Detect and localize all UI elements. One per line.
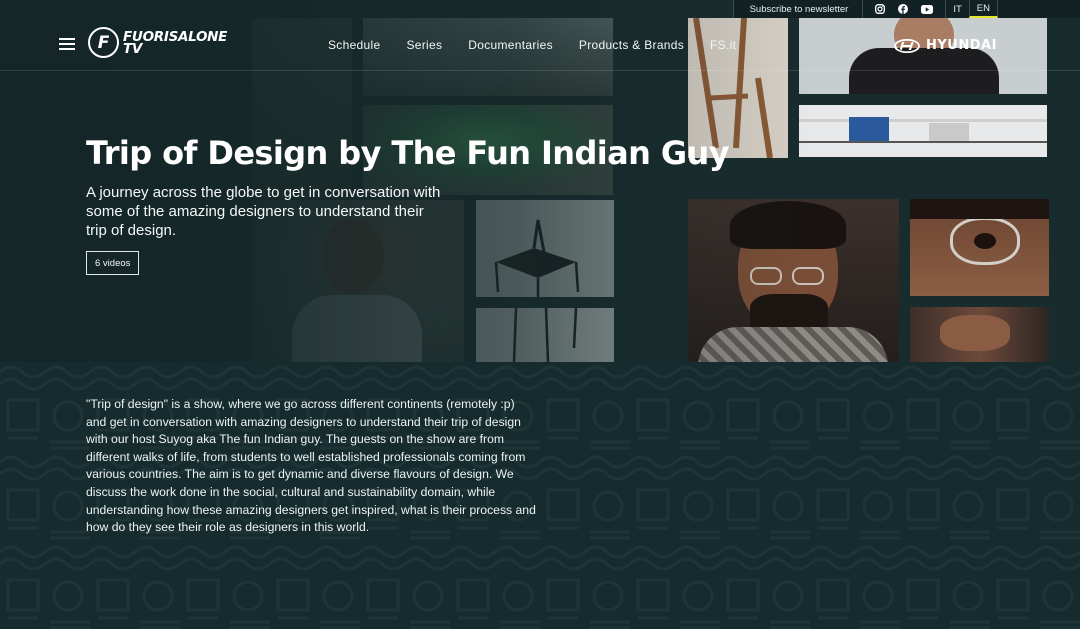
- subscribe-newsletter-link[interactable]: Subscribe to newsletter: [732, 0, 863, 18]
- youtube-icon[interactable]: [921, 4, 934, 14]
- instagram-icon[interactable]: [875, 4, 886, 14]
- nav-links: Schedule Series Documentaries Products &…: [328, 38, 736, 52]
- nav-link-documentaries[interactable]: Documentaries: [468, 38, 553, 52]
- social-links: [862, 0, 946, 18]
- logo-mark: F: [88, 27, 119, 58]
- page-subtitle: A journey across the globe to get in con…: [86, 184, 441, 239]
- main-navigation: F FUORISALONE TV Schedule Series Documen…: [0, 18, 1080, 71]
- logo-wordmark: FUORISALONE TV: [123, 30, 227, 56]
- sponsor-logo[interactable]: HYUNDAI: [894, 38, 997, 53]
- nav-link-products-brands[interactable]: Products & Brands: [579, 38, 684, 52]
- nav-link-fs-it[interactable]: FS.it: [710, 38, 736, 52]
- nav-link-schedule[interactable]: Schedule: [328, 38, 380, 52]
- hyundai-icon: [894, 38, 920, 53]
- utility-bar: Subscribe to newsletter IT EN: [732, 0, 1080, 18]
- series-description: "Trip of design" is a show, where we go …: [86, 397, 536, 535]
- fuorisalone-tv-logo[interactable]: F FUORISALONE TV: [88, 27, 227, 58]
- sponsor-name: HYUNDAI: [926, 38, 997, 53]
- facebook-icon[interactable]: [898, 4, 909, 14]
- language-en[interactable]: EN: [968, 0, 998, 18]
- nav-link-series[interactable]: Series: [406, 38, 442, 52]
- language-it[interactable]: IT: [946, 0, 968, 18]
- menu-icon[interactable]: [59, 38, 75, 50]
- video-count-badge[interactable]: 6 videos: [86, 251, 140, 275]
- language-switcher: IT EN: [945, 0, 1080, 18]
- page-title: Trip of Design by The Fun Indian Guy: [86, 134, 730, 172]
